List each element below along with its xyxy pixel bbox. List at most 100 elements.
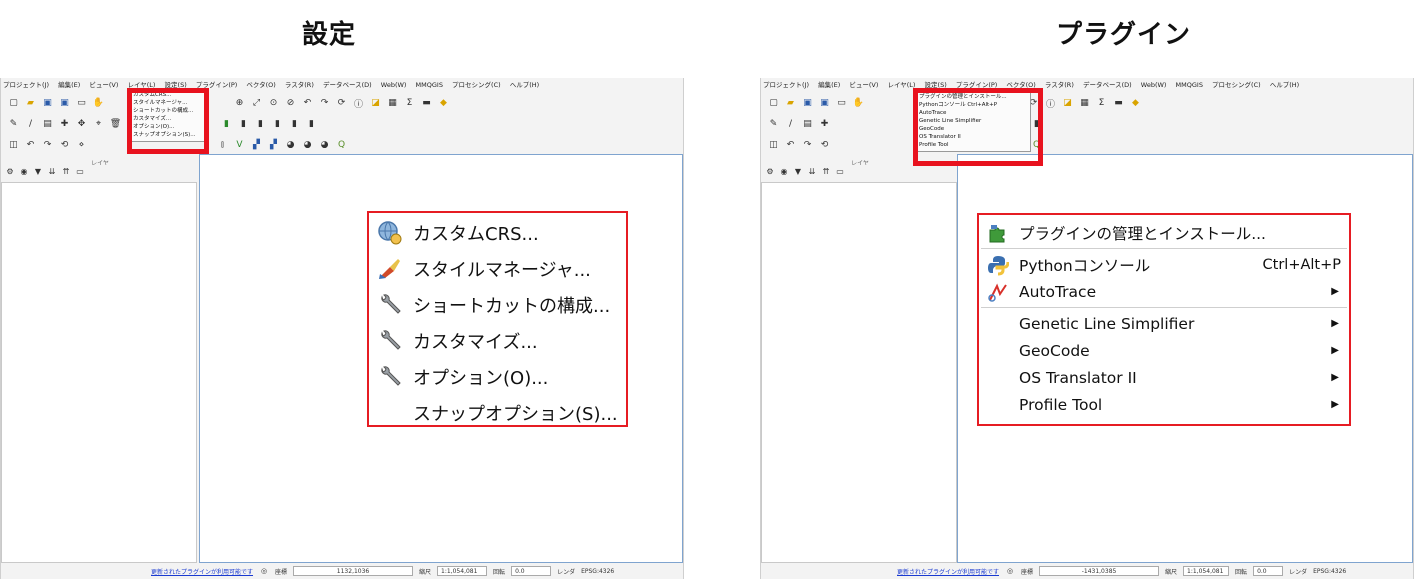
print-layout-icon[interactable]: ▭ bbox=[75, 97, 88, 110]
menu-help[interactable]: ヘルプ(H) bbox=[1270, 81, 1299, 89]
crs-label[interactable]: EPSG:4326 bbox=[581, 568, 614, 575]
style-manager-item[interactable]: スタイルマネージャ... bbox=[369, 251, 626, 287]
add-feature-icon[interactable]: ✚ bbox=[58, 118, 71, 131]
plugin-update-link[interactable]: 更新されたプラグインが利用可能です bbox=[897, 567, 999, 576]
label-pin-icon[interactable]: ▮ bbox=[237, 118, 250, 131]
undo-icon[interactable]: ↶ bbox=[784, 139, 797, 152]
menu-view[interactable]: ビュー(V) bbox=[849, 81, 878, 89]
open-folder-icon[interactable]: ▰ bbox=[784, 97, 797, 110]
menu-web[interactable]: Web(W) bbox=[1141, 81, 1167, 89]
wfs-add-icon[interactable]: ◕ bbox=[318, 139, 331, 152]
custom-crs-item[interactable]: カスタムCRS... bbox=[369, 215, 626, 251]
label-icon[interactable]: ▮ bbox=[220, 118, 233, 131]
add-group-icon[interactable]: ◉ bbox=[779, 166, 789, 176]
measure-icon[interactable]: ▬ bbox=[420, 97, 433, 110]
zoom-selection-icon[interactable]: ⊙ bbox=[267, 97, 280, 110]
move-feature-icon[interactable]: ✥ bbox=[75, 118, 88, 131]
profile-tool-item[interactable]: Profile Tool ▶ bbox=[979, 391, 1349, 418]
coordinate-field[interactable]: -1431,0385 bbox=[1039, 566, 1160, 576]
filter-icon[interactable]: ▼ bbox=[793, 166, 803, 176]
undo-icon[interactable]: ↶ bbox=[24, 139, 37, 152]
label-rotate-icon[interactable]: ▮ bbox=[288, 118, 301, 131]
layer-add-icon[interactable]: ▞ bbox=[267, 139, 280, 152]
advanced-digitize-icon[interactable]: ◫ bbox=[7, 139, 20, 152]
print-layout-icon[interactable]: ▭ bbox=[835, 97, 848, 110]
messages-icon[interactable]: ◎ bbox=[1005, 566, 1015, 576]
digitize-icon[interactable]: / bbox=[24, 118, 37, 131]
open-layer-styling-icon[interactable]: ⚙ bbox=[765, 166, 775, 176]
label-change-icon[interactable]: ▮ bbox=[305, 118, 318, 131]
shortcuts-item[interactable]: ショートカットの構成... bbox=[369, 287, 626, 323]
expand-icon[interactable]: ⇊ bbox=[47, 166, 57, 176]
remove-layer-icon[interactable]: ▭ bbox=[75, 166, 85, 176]
filter-icon[interactable]: ▼ bbox=[33, 166, 43, 176]
geocode-item[interactable]: GeoCode ▶ bbox=[979, 337, 1349, 364]
select-icon[interactable]: ◪ bbox=[369, 97, 382, 110]
annotation-icon[interactable]: ◆ bbox=[437, 97, 450, 110]
pencil-icon[interactable]: ✎ bbox=[7, 118, 20, 131]
open-folder-icon[interactable]: ▰ bbox=[24, 97, 37, 110]
menu-raster[interactable]: ラスタ(R) bbox=[1045, 81, 1074, 89]
attribute-table-icon[interactable]: ▦ bbox=[386, 97, 399, 110]
measure-icon[interactable]: ▬ bbox=[1112, 97, 1125, 110]
label-show-icon[interactable]: ▮ bbox=[254, 118, 267, 131]
customize-item[interactable]: カスタマイズ... bbox=[369, 323, 626, 359]
menu-project[interactable]: プロジェクト(J) bbox=[763, 81, 809, 89]
scale-field[interactable]: 1:1,054,081 bbox=[437, 566, 488, 576]
label-move-icon[interactable]: ▮ bbox=[271, 118, 284, 131]
pencil-icon[interactable]: ✎ bbox=[767, 118, 780, 131]
chart-icon[interactable]: ⫾ bbox=[216, 139, 229, 152]
new-project-icon[interactable]: ▢ bbox=[767, 97, 780, 110]
rotation-field[interactable]: 0.0 bbox=[511, 566, 552, 576]
render-label[interactable]: レンダ bbox=[1289, 567, 1307, 576]
scale-field[interactable]: 1:1,054,081 bbox=[1183, 566, 1230, 576]
os-translator-item[interactable]: OS Translator II ▶ bbox=[979, 364, 1349, 391]
save-edits-icon[interactable]: ▤ bbox=[801, 118, 814, 131]
layers-panel[interactable] bbox=[761, 182, 957, 563]
qgis-icon[interactable]: Q bbox=[335, 139, 348, 152]
menu-raster[interactable]: ラスタ(R) bbox=[285, 81, 314, 89]
zoom-next-icon[interactable]: ↷ bbox=[318, 97, 331, 110]
expand-icon[interactable]: ⇊ bbox=[807, 166, 817, 176]
messages-icon[interactable]: ◎ bbox=[259, 566, 269, 576]
add-group-icon[interactable]: ◉ bbox=[19, 166, 29, 176]
save-icon[interactable]: ▣ bbox=[801, 97, 814, 110]
rotate-icon[interactable]: ⟲ bbox=[818, 139, 831, 152]
sum-icon[interactable]: Σ bbox=[403, 97, 416, 110]
save-icon[interactable]: ▣ bbox=[41, 97, 54, 110]
pan-icon[interactable]: ✋ bbox=[92, 97, 105, 110]
autotrace-item[interactable]: AutoTrace ▶ bbox=[979, 278, 1349, 305]
simplify-icon[interactable]: ⋄ bbox=[75, 139, 88, 152]
menu-edit[interactable]: 編集(E) bbox=[818, 81, 840, 89]
menu-vector[interactable]: ベクタ(O) bbox=[246, 81, 275, 89]
menu-database[interactable]: データベース(D) bbox=[323, 81, 372, 89]
pan-icon[interactable]: ✋ bbox=[852, 97, 865, 110]
render-label[interactable]: レンダ bbox=[557, 567, 575, 576]
menu-processing[interactable]: プロセシング(C) bbox=[452, 81, 501, 89]
zoom-in-icon[interactable]: ⊕ bbox=[233, 97, 246, 110]
redo-icon[interactable]: ↷ bbox=[41, 139, 54, 152]
zoom-full-icon[interactable]: ⤢ bbox=[250, 97, 263, 110]
menu-help[interactable]: ヘルプ(H) bbox=[510, 81, 539, 89]
attribute-table-icon[interactable]: ▦ bbox=[1078, 97, 1091, 110]
rotation-field[interactable]: 0.0 bbox=[1253, 566, 1284, 576]
menu-web[interactable]: Web(W) bbox=[381, 81, 407, 89]
vector-add-icon[interactable]: V bbox=[233, 139, 246, 152]
new-project-icon[interactable]: ▢ bbox=[7, 97, 20, 110]
menu-view[interactable]: ビュー(V) bbox=[89, 81, 118, 89]
manage-plugins-item[interactable]: プラグインの管理とインストール... bbox=[979, 219, 1349, 246]
crs-label[interactable]: EPSG:4326 bbox=[1313, 568, 1346, 575]
node-tool-icon[interactable]: ⌖ bbox=[92, 118, 105, 131]
select-icon[interactable]: ◪ bbox=[1061, 97, 1074, 110]
digitize-icon[interactable]: / bbox=[784, 118, 797, 131]
coordinate-field[interactable]: 1132,1036 bbox=[293, 566, 414, 576]
genetic-line-simplifier-item[interactable]: Genetic Line Simplifier ▶ bbox=[979, 310, 1349, 337]
zoom-last-icon[interactable]: ↶ bbox=[301, 97, 314, 110]
refresh-icon[interactable]: ⟳ bbox=[335, 97, 348, 110]
annotation-icon[interactable]: ◆ bbox=[1129, 97, 1142, 110]
layers-panel[interactable] bbox=[1, 182, 197, 563]
advanced-digitize-icon[interactable]: ◫ bbox=[767, 139, 780, 152]
menu-project[interactable]: プロジェクト(J) bbox=[3, 81, 49, 89]
snap-options-item[interactable]: スナップオプション(S)... bbox=[369, 395, 626, 431]
identify-icon[interactable]: ⓘ bbox=[352, 97, 365, 110]
